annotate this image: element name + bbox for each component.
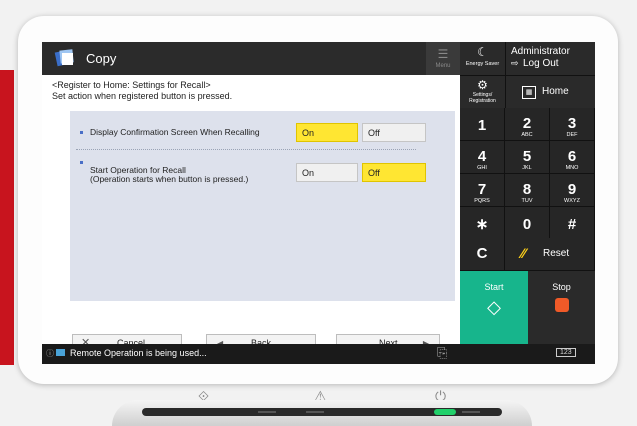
bullet-icon xyxy=(80,131,83,134)
start-button[interactable]: Start ◇ xyxy=(460,271,528,344)
energy-saver-label: Energy Saver xyxy=(465,61,500,67)
key-main-label: 2 xyxy=(522,115,532,132)
confirmation-off-button[interactable]: Off xyxy=(362,123,426,142)
bullet-icon xyxy=(80,161,83,164)
indicator-strip xyxy=(142,408,502,416)
brand-red-strip xyxy=(0,70,14,365)
key-main-label: 3 xyxy=(567,115,577,132)
reset-label: Reset xyxy=(543,248,570,259)
status-led-green xyxy=(434,409,456,415)
key-main-label: 7 xyxy=(477,181,487,198)
key-sub-label: WXYZ xyxy=(564,198,580,204)
moon-icon: ☾ xyxy=(477,45,488,59)
key-main-label: 9 xyxy=(567,181,577,198)
key-sub-label: TUV xyxy=(521,198,533,204)
key-main-label: # xyxy=(567,216,577,233)
start-operation-on-button[interactable]: On xyxy=(296,163,358,182)
indicator-dash xyxy=(462,411,480,413)
menu-label: Menu xyxy=(435,63,451,69)
setting-label-confirmation: Display Confirmation Screen When Recalli… xyxy=(90,127,260,137)
clear-key-label: C xyxy=(476,245,488,262)
app-title: Copy xyxy=(86,51,117,66)
key-main-label: 5 xyxy=(522,148,532,165)
reset-key[interactable]: ⁄⁄ Reset xyxy=(505,238,595,271)
info-icon: ⓘ xyxy=(46,349,54,358)
stop-button[interactable]: Stop xyxy=(528,271,595,344)
gear-icon: ⚙ xyxy=(477,78,488,92)
stop-label: Stop xyxy=(552,282,571,292)
start-label: Start xyxy=(484,282,504,292)
key-5[interactable]: 5 JKL xyxy=(505,141,550,174)
page-subheading: Set action when registered button is pre… xyxy=(52,91,233,101)
key-sub-label: ABC xyxy=(521,132,533,138)
indicator-dash xyxy=(258,411,276,413)
user-panel[interactable]: Administrator ⇨ Log Out xyxy=(505,42,595,75)
key-sub-label: PQRS xyxy=(474,198,490,204)
key-1[interactable]: 1 xyxy=(460,108,505,141)
page-heading: <Register to Home: Settings for Recall> xyxy=(52,80,211,90)
start-icon: ◇ xyxy=(487,297,501,317)
key-main-label: 1 xyxy=(477,117,487,134)
key-8[interactable]: 8 TUV xyxy=(505,174,550,207)
settings-label: Settings/ Registration xyxy=(469,92,496,104)
title-bar: Copy ☰ Menu xyxy=(42,42,460,75)
key-main-label: ∗ xyxy=(475,216,489,233)
stop-icon xyxy=(554,298,569,312)
user-name: Administrator xyxy=(511,46,570,57)
network-icon[interactable]: ⎘ xyxy=(437,345,447,361)
start-operation-off-button[interactable]: Off xyxy=(362,163,426,182)
divider xyxy=(76,149,416,150)
key-hash[interactable]: # xyxy=(550,207,595,240)
key-sub-label: GHI xyxy=(477,165,487,171)
menu-button[interactable]: ☰ Menu xyxy=(426,42,460,75)
home-icon: ▦ xyxy=(522,86,536,99)
key-4[interactable]: 4 GHI xyxy=(460,141,505,174)
key-star[interactable]: ∗ xyxy=(460,207,505,240)
confirmation-on-button[interactable]: On xyxy=(296,123,358,142)
counter-badge[interactable]: 123 xyxy=(556,348,576,357)
indicator-dash xyxy=(306,411,324,413)
key-main-label: 4 xyxy=(477,148,487,165)
logout-label: Log Out xyxy=(523,58,559,69)
settings-panel: Display Confirmation Screen When Recalli… xyxy=(70,111,455,301)
status-message: Remote Operation is being used... xyxy=(70,348,207,358)
menu-icon: ☰ xyxy=(437,47,449,61)
home-button[interactable]: ▦ Home xyxy=(505,75,595,108)
touch-screen: Copy ☰ Menu <Register to Home: Settings … xyxy=(42,42,595,364)
key-3[interactable]: 3 DEF xyxy=(550,108,595,141)
logout-icon: ⇨ xyxy=(511,58,519,68)
setting-sublabel-start-operation: (Operation starts when button is pressed… xyxy=(90,174,249,184)
status-bar: ⓘ Remote Operation is being used... ⎘ xyxy=(42,344,460,364)
key-main-label: 8 xyxy=(522,181,532,198)
remote-monitor-icon xyxy=(56,349,65,356)
home-label: Home xyxy=(542,86,569,97)
key-main-label: 0 xyxy=(522,216,532,233)
status-right: 123 xyxy=(460,344,595,364)
clear-key[interactable]: C xyxy=(460,238,505,271)
key-sub-label: MNO xyxy=(565,165,579,171)
key-sub-label: JKL xyxy=(522,165,532,171)
energy-saver-button[interactable]: ☾ Energy Saver xyxy=(460,42,505,75)
key-main-label: 6 xyxy=(567,148,577,165)
main-content: <Register to Home: Settings for Recall> … xyxy=(42,75,460,353)
key-sub-label: DEF xyxy=(566,132,578,138)
settings-registration-button[interactable]: ⚙ Settings/ Registration xyxy=(460,75,505,108)
key-0[interactable]: 0 xyxy=(505,207,550,240)
reset-icon: ⁄⁄ xyxy=(521,245,526,261)
key-2[interactable]: 2 ABC xyxy=(505,108,550,141)
key-6[interactable]: 6 MNO xyxy=(550,141,595,174)
copy-app-icon xyxy=(54,49,74,67)
key-9[interactable]: 9 WXYZ xyxy=(550,174,595,207)
key-7[interactable]: 7 PQRS xyxy=(460,174,505,207)
